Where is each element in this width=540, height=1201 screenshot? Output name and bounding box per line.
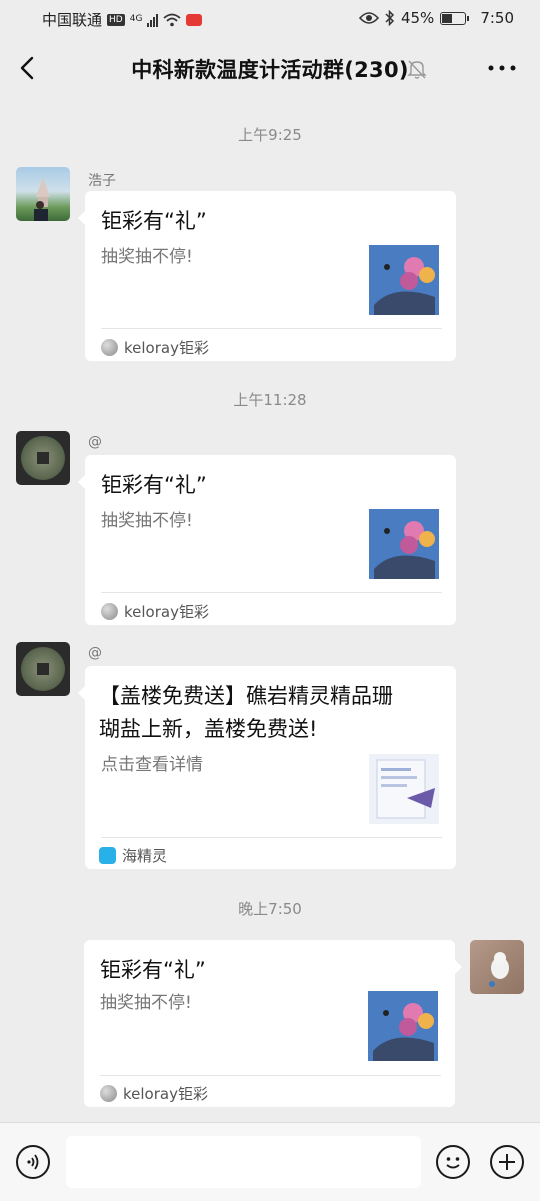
bubble-tail (455, 960, 462, 974)
voice-icon[interactable] (16, 1145, 50, 1179)
signal-icon (147, 13, 159, 27)
status-bar: 中国联通 HD 4G 45% 7:50 (0, 0, 540, 36)
bluetooth-icon (385, 10, 395, 26)
card-title: 钜彩有“礼” (100, 958, 206, 982)
card-title: 钜彩有“礼” (101, 209, 207, 233)
plus-circle-icon[interactable] (490, 1145, 524, 1179)
message-time: 上午9:25 (238, 126, 302, 144)
card-thumbnail (368, 991, 438, 1061)
card-description: 抽奖抽不停! (100, 993, 192, 1013)
source-name: 海精灵 (122, 847, 168, 865)
source-logo-icon (100, 1085, 117, 1102)
card-title: 钜彩有“礼” (101, 473, 207, 497)
card-source: keloray钜彩 (101, 337, 209, 358)
card-description: 抽奖抽不停! (101, 511, 193, 531)
bell-off-icon (407, 60, 427, 79)
card-description: 点击查看详情 (101, 755, 203, 775)
card-divider (101, 837, 442, 838)
card-title: 【盖楼免费送】礁岩精灵精品珊 瑚盐上新，盖楼免费送! (99, 680, 444, 746)
link-card[interactable]: 钜彩有“礼” 抽奖抽不停! keloray钜彩 (84, 940, 462, 1107)
avatar[interactable] (16, 642, 70, 696)
card-thumbnail (369, 509, 439, 579)
card-description: 抽奖抽不停! (101, 247, 193, 267)
network-type: 4G (129, 14, 143, 24)
emoji-icon[interactable] (436, 1145, 470, 1179)
link-card[interactable]: 钜彩有“礼” 抽奖抽不停! keloray钜彩 (78, 455, 456, 625)
chat-title: 中科新款温度计活动群(230) (131, 58, 409, 82)
eye-icon (358, 12, 379, 24)
bubble-tail (78, 686, 85, 700)
avatar[interactable] (470, 940, 524, 994)
battery-icon (440, 11, 470, 25)
card-divider (101, 328, 442, 329)
sender-name: @ (88, 434, 102, 450)
carrier-name: 中国联通 (42, 11, 103, 29)
chat-header: 中科新款温度计活动群(230) (0, 36, 540, 100)
card-source: keloray钜彩 (100, 1083, 208, 1104)
person-photo (34, 177, 50, 221)
coin-image (21, 647, 65, 691)
card-thumbnail (369, 245, 439, 315)
source-name: keloray钜彩 (124, 603, 209, 621)
avatar[interactable] (16, 431, 70, 485)
hd-badge: HD (107, 13, 125, 26)
card-source: keloray钜彩 (101, 601, 209, 622)
bubble-tail (78, 475, 85, 489)
more-dots-icon[interactable] (486, 58, 518, 78)
sender-name: @ (88, 645, 102, 661)
clock: 7:50 (480, 9, 514, 27)
avatar[interactable] (16, 167, 70, 221)
link-card[interactable]: 钜彩有“礼” 抽奖抽不停! keloray钜彩 (78, 191, 456, 361)
source-logo-icon (99, 847, 116, 864)
coin-image (21, 436, 65, 480)
sender-name: 浩子 (88, 173, 116, 189)
source-name: keloray钜彩 (123, 1085, 208, 1103)
card-title-line: 瑚盐上新，盖楼免费送! (99, 717, 318, 741)
bubble-tail (78, 211, 85, 225)
status-right: 45% 7:50 (358, 9, 514, 27)
notification-app-icon (186, 13, 203, 26)
battery-percent: 45% (400, 9, 435, 27)
card-title-line: 【盖楼免费送】礁岩精灵精品珊 (99, 684, 393, 708)
message-time: 晚上7:50 (238, 900, 302, 918)
source-logo-icon (101, 603, 118, 620)
card-divider (101, 592, 442, 593)
status-left: 中国联通 HD 4G (42, 9, 203, 30)
input-bar (0, 1122, 540, 1201)
toy-photo (489, 952, 509, 987)
source-logo-icon (101, 339, 118, 356)
card-divider (100, 1075, 441, 1076)
message-time: 上午11:28 (233, 391, 307, 409)
card-thumbnail (369, 754, 439, 824)
link-card[interactable]: 【盖楼免费送】礁岩精灵精品珊 瑚盐上新，盖楼免费送! 点击查看详情 海精灵 (78, 666, 456, 869)
wifi-icon (163, 13, 182, 26)
message-input[interactable] (66, 1136, 421, 1188)
source-name: keloray钜彩 (124, 339, 209, 357)
card-source: 海精灵 (99, 845, 167, 866)
